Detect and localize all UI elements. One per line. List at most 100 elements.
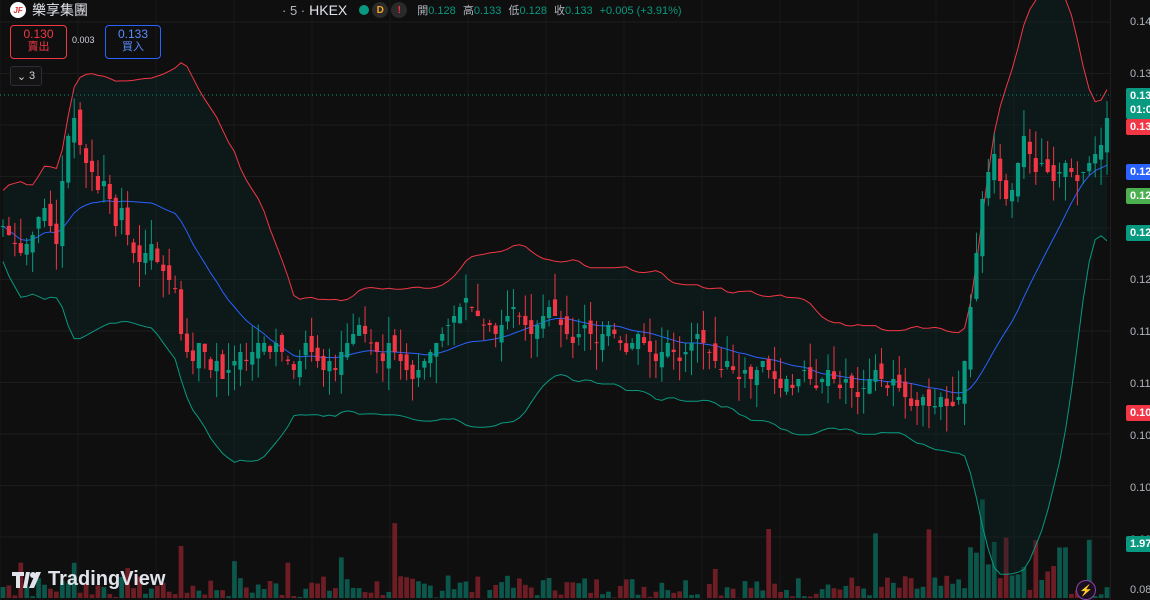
candle-body bbox=[291, 364, 296, 370]
volume-bar bbox=[202, 594, 208, 598]
candle-body bbox=[238, 352, 243, 370]
candle-body bbox=[968, 307, 973, 370]
candle-body bbox=[796, 379, 801, 387]
volume-bar bbox=[570, 582, 576, 598]
candle-body bbox=[641, 337, 647, 343]
volume-bar bbox=[623, 579, 629, 598]
volume-bar bbox=[962, 588, 967, 598]
candle-body bbox=[980, 199, 985, 257]
delayed-data-badge[interactable]: D bbox=[372, 2, 389, 18]
indicators-toggle-button[interactable]: ⌄ 3 bbox=[10, 66, 42, 86]
buy-label: 買入 bbox=[122, 41, 144, 53]
candle-body bbox=[303, 343, 308, 356]
candle-body bbox=[232, 361, 237, 366]
candle-body bbox=[683, 352, 688, 355]
candle-body bbox=[386, 343, 391, 369]
candle-body bbox=[1075, 175, 1080, 181]
volume-bar bbox=[564, 582, 570, 598]
candle-body bbox=[368, 342, 374, 344]
candle-body bbox=[457, 307, 463, 324]
candle-body bbox=[268, 346, 273, 352]
candle-body bbox=[1069, 167, 1074, 172]
volume-bar bbox=[813, 593, 819, 598]
candle-body bbox=[321, 355, 326, 370]
candle-body bbox=[802, 370, 807, 371]
candle-body bbox=[398, 354, 403, 361]
volume-bar bbox=[261, 589, 267, 598]
volume-bar bbox=[778, 591, 783, 598]
volume-bar bbox=[291, 595, 297, 598]
volume-bar bbox=[309, 582, 314, 598]
change-value: +0.005 (+3.91%) bbox=[599, 5, 682, 17]
volume-bar bbox=[908, 578, 914, 598]
tradingview-logo[interactable]: TradingView bbox=[12, 568, 165, 591]
volume-bar bbox=[107, 594, 113, 598]
candle-body bbox=[535, 325, 540, 339]
candle-body bbox=[588, 320, 593, 334]
lightning-icon[interactable]: ⚡ bbox=[1076, 580, 1096, 600]
volume-bar bbox=[712, 568, 718, 598]
volume-bar bbox=[238, 578, 243, 598]
candle-body bbox=[653, 353, 658, 361]
buy-button[interactable]: 0.133 買入 bbox=[105, 25, 161, 59]
candle-body bbox=[1009, 190, 1015, 202]
price-tag: 0.13 bbox=[1126, 119, 1150, 135]
candle-body bbox=[998, 158, 1003, 181]
close-label: 收 bbox=[554, 5, 566, 17]
volume-bar bbox=[511, 587, 516, 598]
volume-bar bbox=[718, 595, 724, 598]
candle-body bbox=[214, 361, 219, 372]
candle-body bbox=[891, 379, 896, 386]
candle-body bbox=[190, 350, 195, 361]
candle-body bbox=[748, 366, 753, 379]
symbol-name[interactable]: 樂享集團 bbox=[32, 0, 88, 20]
volume-bar bbox=[178, 545, 184, 598]
volume-bar bbox=[659, 582, 665, 598]
candle-body bbox=[178, 289, 184, 334]
price-axis[interactable]: 0.140.130.120.110.110.100.100.090.080.13… bbox=[1110, 0, 1150, 600]
volume-bar bbox=[1098, 594, 1104, 598]
candle-body bbox=[677, 357, 682, 361]
volume-bar bbox=[30, 596, 36, 598]
volume-bar bbox=[968, 547, 973, 598]
candle-body bbox=[66, 136, 71, 183]
candle-body bbox=[493, 325, 498, 334]
candle-body bbox=[42, 208, 47, 221]
volume-bar bbox=[932, 577, 938, 598]
candle-body bbox=[1033, 158, 1038, 172]
volume-bar bbox=[416, 581, 421, 598]
candle-body bbox=[362, 325, 368, 334]
candle-body bbox=[915, 399, 920, 406]
candle-body bbox=[273, 343, 279, 353]
candle-body bbox=[719, 368, 724, 370]
alert-badge[interactable]: ! bbox=[391, 2, 408, 18]
volume-bar bbox=[902, 576, 908, 598]
volume-bar bbox=[843, 585, 849, 598]
volume-bar bbox=[1009, 575, 1015, 598]
low-label: 低 bbox=[508, 5, 520, 17]
candle-body bbox=[962, 361, 967, 404]
volume-bar bbox=[689, 594, 694, 598]
price-tick-label: 0.10 bbox=[1130, 482, 1150, 494]
spread-value: 0.003 bbox=[72, 35, 95, 45]
volume-bar bbox=[505, 575, 510, 598]
candle-body bbox=[410, 364, 415, 379]
interval-label[interactable]: · 5 · bbox=[282, 3, 305, 18]
candle-body bbox=[736, 376, 742, 379]
candle-body bbox=[469, 306, 474, 308]
volume-bar bbox=[392, 523, 398, 598]
candle-body bbox=[1039, 163, 1044, 164]
candle-body bbox=[523, 315, 528, 325]
candle-body bbox=[208, 359, 213, 370]
volume-bar bbox=[873, 533, 878, 598]
price-chart[interactable] bbox=[0, 0, 1110, 600]
candle-body bbox=[380, 353, 385, 361]
candle-body bbox=[986, 172, 991, 199]
volume-bar bbox=[433, 597, 439, 598]
candle-body bbox=[0, 226, 6, 227]
volume-bar bbox=[273, 583, 279, 598]
sell-button[interactable]: 0.130 賣出 bbox=[10, 25, 67, 59]
volume-bar bbox=[303, 588, 309, 598]
candle-body bbox=[897, 374, 902, 388]
candle-body bbox=[416, 370, 421, 378]
